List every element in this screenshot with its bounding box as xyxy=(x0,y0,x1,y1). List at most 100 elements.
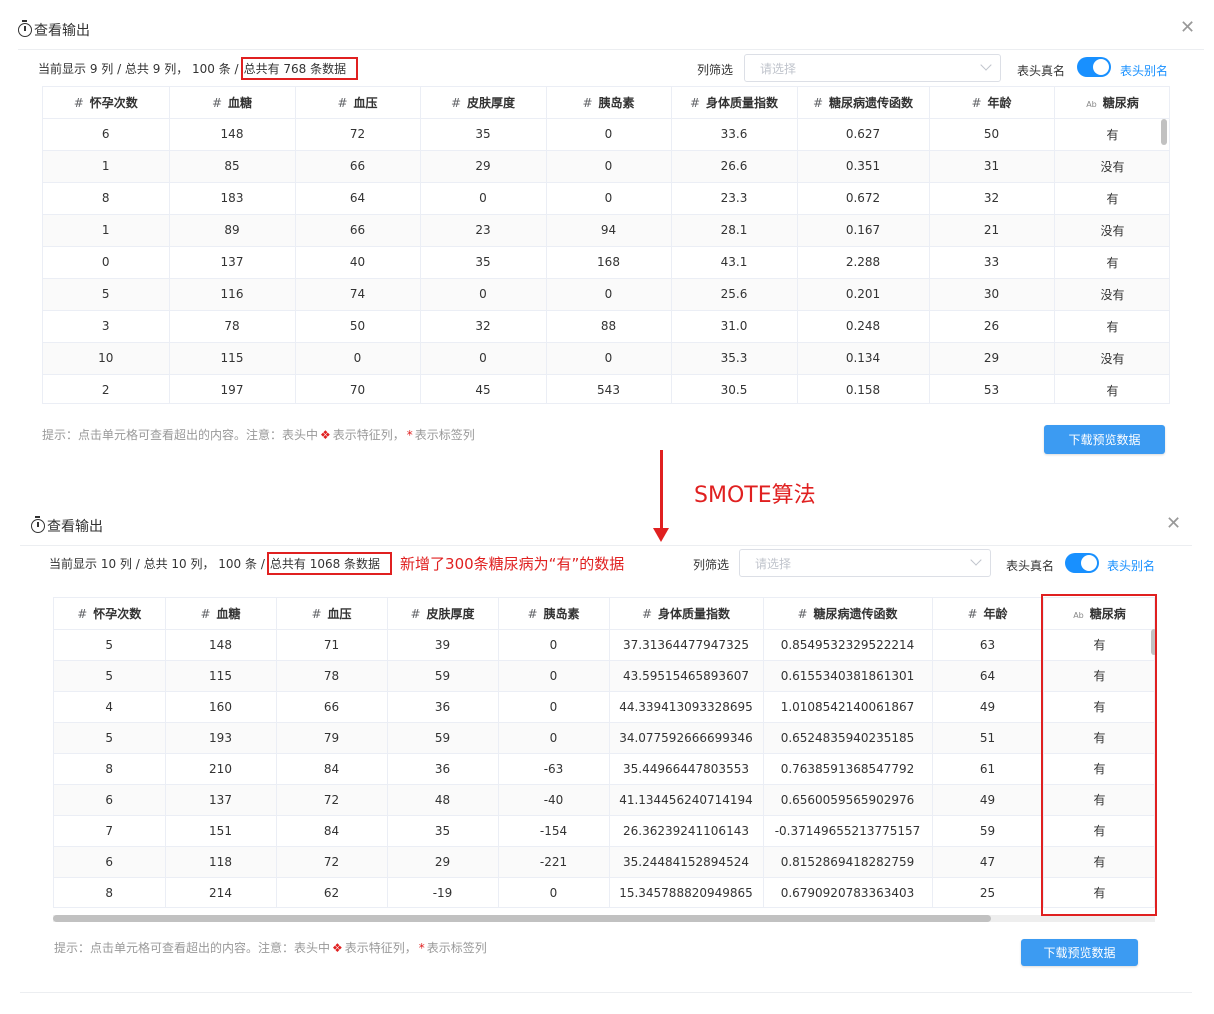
column-header[interactable]: # 血压 xyxy=(295,87,421,119)
table-cell[interactable]: 72 xyxy=(295,118,421,151)
table-cell[interactable]: 115 xyxy=(169,342,296,375)
table-cell[interactable]: -19 xyxy=(387,877,499,907)
table-cell[interactable]: 23 xyxy=(420,214,547,247)
table-cell[interactable]: 43.59515465893607 xyxy=(609,660,764,692)
table-cell[interactable]: -221 xyxy=(498,846,610,878)
table-cell[interactable]: 31.0 xyxy=(671,310,798,343)
table-cell[interactable]: 26.36239241106143 xyxy=(609,815,764,847)
table-cell[interactable]: 0 xyxy=(546,150,672,183)
table-cell[interactable]: 0 xyxy=(420,342,547,375)
table-cell[interactable]: 72 xyxy=(276,784,388,816)
table-cell[interactable]: 0 xyxy=(498,660,610,692)
table-cell[interactable]: 62 xyxy=(276,877,388,907)
table-cell[interactable]: 0.248 xyxy=(797,310,930,343)
table-cell[interactable]: 有 xyxy=(1054,118,1169,151)
table-cell[interactable]: 8 xyxy=(54,877,166,907)
column-header[interactable]: # 怀孕次数 xyxy=(43,87,170,119)
table-cell[interactable]: 29 xyxy=(929,342,1055,375)
table-cell[interactable]: 2 xyxy=(43,374,170,403)
column-header[interactable]: # 皮肤厚度 xyxy=(420,87,547,119)
table-cell[interactable]: 148 xyxy=(165,629,277,661)
download-preview-button[interactable]: 下载预览数据 xyxy=(1044,425,1165,454)
table-cell[interactable]: 32 xyxy=(420,310,547,343)
table-cell[interactable]: 35.3 xyxy=(671,342,798,375)
table-cell[interactable]: 4 xyxy=(54,691,166,723)
header-alias-toggle[interactable] xyxy=(1077,57,1111,77)
table-cell[interactable]: 41.134456240714194 xyxy=(609,784,764,816)
table-cell[interactable]: 30.5 xyxy=(671,374,798,403)
table-cell[interactable]: 66 xyxy=(276,691,388,723)
table-cell[interactable]: 0.6155340381861301 xyxy=(763,660,933,692)
table-cell[interactable]: 543 xyxy=(546,374,672,403)
column-header[interactable]: # 年龄 xyxy=(932,598,1044,630)
table-cell[interactable]: 33.6 xyxy=(671,118,798,151)
table-cell[interactable]: 148 xyxy=(169,118,296,151)
table-cell[interactable]: 36 xyxy=(387,691,499,723)
table-cell[interactable]: 88 xyxy=(546,310,672,343)
table-cell[interactable]: 85 xyxy=(169,150,296,183)
table-cell[interactable]: 137 xyxy=(165,784,277,816)
table-cell[interactable]: 2.288 xyxy=(797,246,930,279)
table-cell[interactable]: 40 xyxy=(295,246,421,279)
table-cell[interactable]: 8 xyxy=(43,182,170,215)
table-cell[interactable]: 160 xyxy=(165,691,277,723)
table-cell[interactable]: 74 xyxy=(295,278,421,311)
table-cell[interactable]: 64 xyxy=(295,182,421,215)
table-cell[interactable]: 168 xyxy=(546,246,672,279)
table-cell[interactable]: 0.6560059565902976 xyxy=(763,784,933,816)
table-cell[interactable]: 0.134 xyxy=(797,342,930,375)
table-cell[interactable]: 36 xyxy=(387,753,499,785)
table-cell[interactable]: -40 xyxy=(498,784,610,816)
table-cell[interactable]: 115 xyxy=(165,660,277,692)
table-cell[interactable]: 59 xyxy=(387,722,499,754)
table-cell[interactable]: 71 xyxy=(276,629,388,661)
table-cell[interactable]: 没有 xyxy=(1054,150,1169,183)
table-cell[interactable]: 35.44966447803553 xyxy=(609,753,764,785)
table-cell[interactable]: 61 xyxy=(932,753,1044,785)
table-cell[interactable]: 1 xyxy=(43,214,170,247)
table-cell[interactable]: 193 xyxy=(165,722,277,754)
table-cell[interactable]: 0.6524835940235185 xyxy=(763,722,933,754)
column-header[interactable]: # 胰岛素 xyxy=(498,598,610,630)
table-cell[interactable]: 0 xyxy=(295,342,421,375)
table-cell[interactable]: 0.201 xyxy=(797,278,930,311)
table-cell[interactable]: 45 xyxy=(420,374,547,403)
table-cell[interactable]: 118 xyxy=(165,846,277,878)
table-cell[interactable]: 0 xyxy=(43,246,170,279)
column-header[interactable]: # 年龄 xyxy=(929,87,1055,119)
table-cell[interactable]: 0 xyxy=(498,877,610,907)
table-cell[interactable]: 43.1 xyxy=(671,246,798,279)
column-header[interactable]: Ab 糖尿病 xyxy=(1054,87,1169,119)
table-cell[interactable]: 59 xyxy=(387,660,499,692)
table-cell[interactable]: 66 xyxy=(295,214,421,247)
table-cell[interactable]: -63 xyxy=(498,753,610,785)
table-cell[interactable]: 33 xyxy=(929,246,1055,279)
table-cell[interactable]: 0 xyxy=(420,182,547,215)
column-header[interactable]: # 血压 xyxy=(276,598,388,630)
table-cell[interactable]: 49 xyxy=(932,691,1044,723)
table-cell[interactable]: 84 xyxy=(276,815,388,847)
table-cell[interactable]: 6 xyxy=(54,784,166,816)
table-cell[interactable]: 64 xyxy=(932,660,1044,692)
table-cell[interactable]: 3 xyxy=(43,310,170,343)
column-filter-select[interactable]: 请选择 xyxy=(739,549,991,577)
table-cell[interactable]: -154 xyxy=(498,815,610,847)
table-cell[interactable]: 有 xyxy=(1054,246,1169,279)
table-cell[interactable]: 28.1 xyxy=(671,214,798,247)
table-cell[interactable]: 78 xyxy=(276,660,388,692)
table-cell[interactable]: 0 xyxy=(546,278,672,311)
table-cell[interactable]: 5 xyxy=(43,278,170,311)
table-cell[interactable]: -0.37149655213775157 xyxy=(763,815,933,847)
table-cell[interactable]: 66 xyxy=(295,150,421,183)
column-filter-select[interactable]: 请选择 xyxy=(744,54,1001,82)
table-cell[interactable]: 没有 xyxy=(1054,214,1169,247)
close-icon[interactable]: ✕ xyxy=(1180,19,1195,37)
column-header[interactable]: # 身体质量指数 xyxy=(609,598,764,630)
table-cell[interactable]: 5 xyxy=(54,722,166,754)
table-cell[interactable]: 89 xyxy=(169,214,296,247)
column-header[interactable]: # 身体质量指数 xyxy=(671,87,798,119)
table-cell[interactable]: 49 xyxy=(932,784,1044,816)
table-cell[interactable]: 84 xyxy=(276,753,388,785)
table-cell[interactable]: 214 xyxy=(165,877,277,907)
table-cell[interactable]: 72 xyxy=(276,846,388,878)
